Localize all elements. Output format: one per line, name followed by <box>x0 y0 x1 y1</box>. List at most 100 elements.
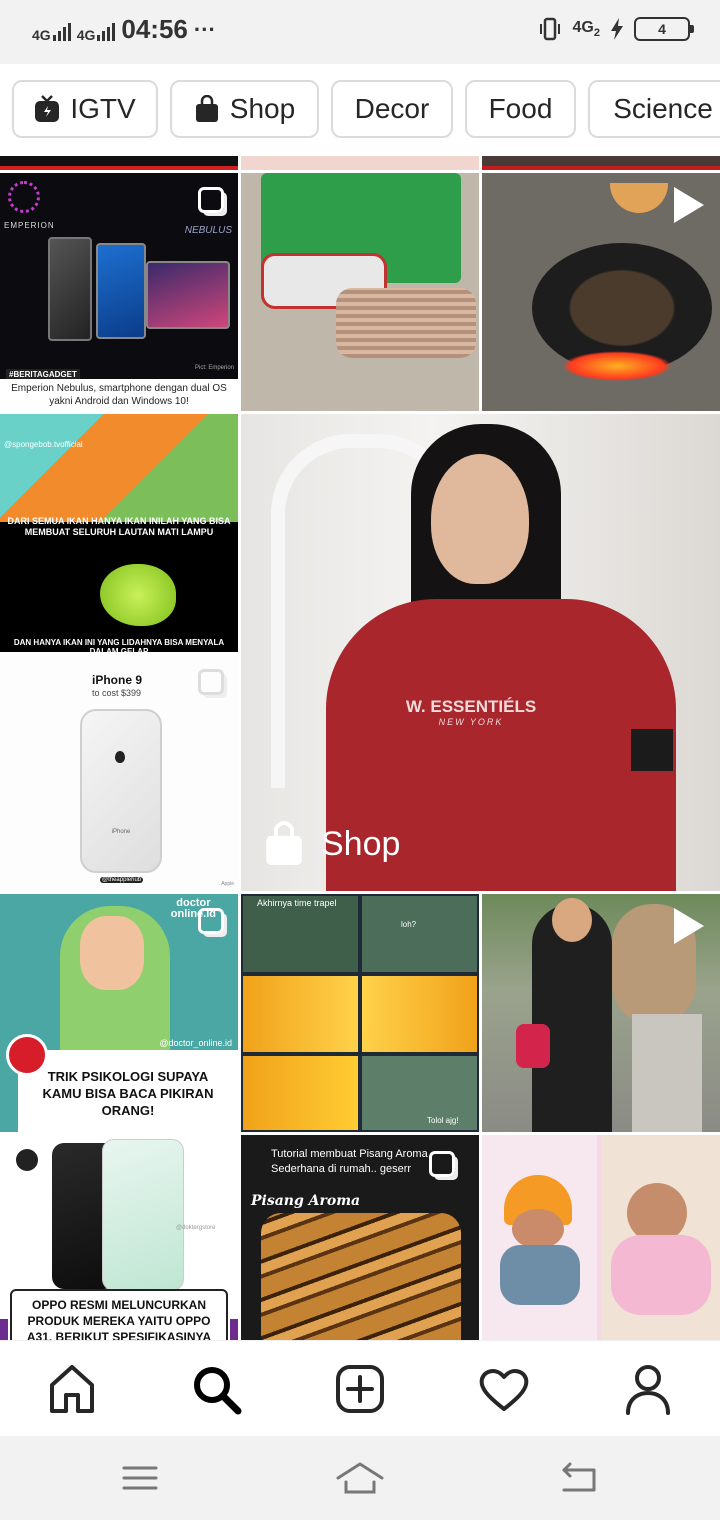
grid-tile-partial[interactable] <box>482 156 720 170</box>
baby-face <box>512 1209 564 1249</box>
baby-body <box>500 1245 580 1305</box>
home-icon[interactable] <box>42 1359 102 1419</box>
grid-tile-partial[interactable] <box>0 156 238 170</box>
grid-tile-monkey-video[interactable] <box>482 894 720 1132</box>
pisang-image <box>261 1213 461 1340</box>
bottom-nav <box>0 1340 720 1437</box>
shirt-print: W. ESSENTIÉLS NEW YORK <box>405 697 537 727</box>
topic-chip-science[interactable]: Science <box>588 80 720 138</box>
sim2-signal: 4G <box>77 19 116 42</box>
carousel-icon <box>198 908 224 934</box>
baby-body <box>611 1235 711 1315</box>
grid-tile-wok-cooking[interactable] <box>482 173 720 411</box>
shopping-bag-icon <box>266 821 302 865</box>
emperion-pict: Pict: Emperion <box>194 365 234 371</box>
red-bag <box>516 1024 550 1068</box>
system-navigation-bar <box>0 1436 720 1520</box>
pisang-header: Tutorial membuat Pisang Aroma Sederhana … <box>271 1148 428 1175</box>
grid-tile-babies[interactable] <box>482 1135 720 1340</box>
more-notifications: ··· <box>193 16 216 42</box>
search-icon[interactable] <box>186 1359 246 1419</box>
cartoon-face <box>80 916 144 990</box>
grid-tile-shop-post[interactable]: W. ESSENTIÉLS NEW YORK Shop <box>241 414 720 891</box>
meme-handle: @spongebob.tvofficial <box>4 440 83 449</box>
topic-chip-shop[interactable]: Shop <box>170 80 319 138</box>
lightning-charging-icon <box>611 18 623 40</box>
apple-logo-icon <box>115 751 125 763</box>
grid-tile-emperion[interactable]: EMPERION NEBULUS #BERITAGADGET Pict: Emp… <box>0 173 238 411</box>
video-icon <box>674 187 704 223</box>
phone-image <box>102 1139 184 1291</box>
phone-image <box>48 237 92 341</box>
shopping-bag-icon <box>195 95 218 122</box>
profile-icon[interactable] <box>618 1359 678 1419</box>
doctor-handle: @doctor_online.id <box>159 1038 232 1048</box>
emperion-model: NEBULUS <box>184 225 232 236</box>
grid-tile-pisang-aroma[interactable]: Tutorial membuat Pisang Aroma Sederhana … <box>241 1135 479 1340</box>
comic-panel <box>243 976 358 1052</box>
baby-photo-left <box>482 1135 597 1340</box>
comic-panel <box>362 976 477 1052</box>
meme-caption-mid: loh? <box>401 920 417 929</box>
carousel-icon <box>429 1151 455 1177</box>
signal-bars-icon <box>52 19 71 41</box>
grid-tile-squidward-meme[interactable]: Akhirnya time trapel loh? Tolol ajg! <box>241 894 479 1132</box>
iphone-credit: Apple <box>221 881 234 887</box>
shop-tag[interactable]: Shop <box>263 821 400 867</box>
status-bar: 4G 4G 04:56 ··· 4G2 4 <box>0 0 720 64</box>
emperion-caption: Emperion Nebulus, smartphone dengan dual… <box>0 379 238 411</box>
network-type: 4G2 <box>572 18 600 40</box>
store-logo <box>16 1149 38 1171</box>
phone-image <box>96 243 146 339</box>
battery-icon: 4 <box>634 17 694 41</box>
signal-bars-icon <box>97 19 116 41</box>
face <box>431 454 529 584</box>
bowl <box>610 183 668 213</box>
fire <box>562 351 672 381</box>
grid-tile-doctor-online[interactable]: doctor online.id @doctor_online.id TRIK … <box>0 894 238 1132</box>
topic-chip-decor[interactable]: Decor <box>331 80 453 138</box>
doctor-caption: TRIK PSIKOLOGI SUPAYA KAMU BISA BACA PIK… <box>18 1050 238 1132</box>
back-icon[interactable] <box>548 1456 608 1500</box>
money-stack <box>336 288 476 358</box>
oppo-caption: OPPO RESMI MELUNCURKAN PRODUK MEREKA YAI… <box>10 1289 228 1340</box>
topic-chip-igtv[interactable]: IGTV <box>12 80 158 138</box>
explore-grid: EMPERION NEBULUS #BERITAGADGET Pict: Emp… <box>0 156 720 1340</box>
purple-accent <box>230 1319 238 1340</box>
grid-tile-iphone9[interactable]: iPhone 9 to cost $399 iPhone @theapplehu… <box>0 655 238 891</box>
carousel-icon <box>198 187 224 213</box>
grid-tile-toy-car[interactable] <box>241 173 479 411</box>
vibrate-icon <box>539 17 560 41</box>
add-post-icon[interactable] <box>330 1359 390 1419</box>
heart-icon[interactable] <box>474 1359 534 1419</box>
clock: 04:56 <box>121 14 188 44</box>
oppo-handle: @doktergstore <box>176 1225 216 1231</box>
iphone-image: iPhone <box>80 709 162 873</box>
meme-caption-bottom: Tolol ajg! <box>427 1116 459 1125</box>
topic-chips: IGTV Shop Decor Food Science <box>0 64 720 156</box>
grid-tile-spongebob-meme[interactable]: @spongebob.tvofficial DARI SEMUA IKAN HA… <box>0 414 238 652</box>
menu-icon[interactable] <box>110 1456 170 1500</box>
pillar <box>632 1014 702 1132</box>
comic-panel <box>362 1056 477 1130</box>
pisang-title: Pisang Aroma <box>251 1193 361 1209</box>
glowing-tongue <box>100 564 176 626</box>
iphone-handle: @theapplehub <box>100 877 144 883</box>
comic-panel <box>243 1056 358 1130</box>
sleeve-patch <box>631 729 673 771</box>
grid-tile-partial[interactable] <box>241 156 479 170</box>
meme-top-text: DARI SEMUA IKAN HANYA IKAN INILAH YANG B… <box>7 516 231 537</box>
iphone-title: iPhone 9 <box>92 673 143 687</box>
video-icon <box>674 908 704 944</box>
meme-bottom-text: DAN HANYA IKAN INI YANG LIDAHNYA BISA ME… <box>13 638 225 652</box>
person-face <box>552 898 592 942</box>
meme-top-image <box>0 414 238 522</box>
emperion-logo <box>8 181 40 213</box>
purple-accent <box>0 1319 8 1340</box>
comic-panel <box>362 896 477 972</box>
doctor-logo <box>6 1034 48 1076</box>
grid-tile-oppo[interactable]: @doktergstore OPPO RESMI MELUNCURKAN PRO… <box>0 1135 238 1340</box>
topic-chip-food[interactable]: Food <box>465 80 576 138</box>
phone-image <box>146 261 230 329</box>
home-icon[interactable] <box>330 1456 390 1500</box>
